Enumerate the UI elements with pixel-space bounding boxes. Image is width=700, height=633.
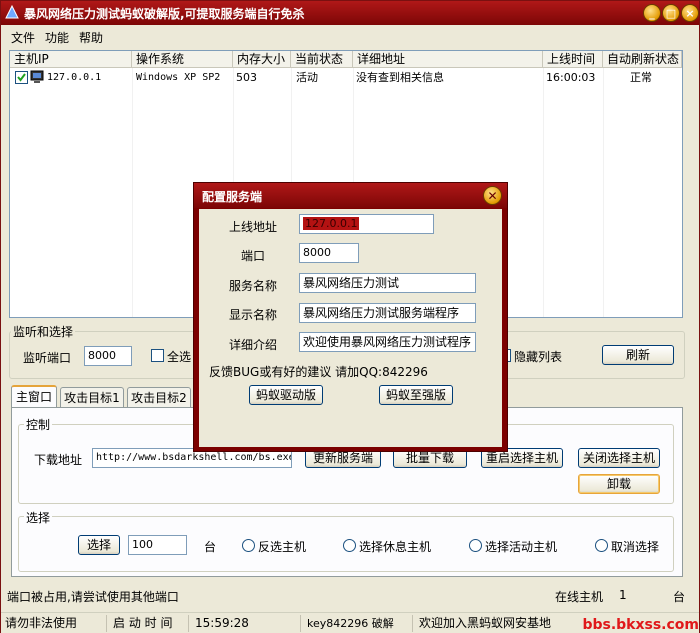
close-button[interactable]: × bbox=[681, 4, 699, 22]
dialog-port-input[interactable]: 8000 bbox=[299, 243, 359, 263]
select-button[interactable]: 选择 bbox=[78, 535, 120, 555]
minimize-button[interactable]: _ bbox=[643, 4, 661, 22]
invert-label: 反选主机 bbox=[258, 540, 307, 554]
display-name-input[interactable]: 暴风网络压力测试服务端程序 bbox=[299, 303, 476, 323]
host-list-header: 主机IP 操作系统 内存大小 当前状态 详细地址 上线时间 自动刷新状态 bbox=[10, 51, 682, 68]
cell-refresh-state: 正常 bbox=[630, 71, 652, 84]
dialog-title: 配置服务端 bbox=[202, 190, 263, 204]
hide-list-label: 隐藏列表 bbox=[514, 350, 563, 364]
shutdown-host-button[interactable]: 关闭选择主机 bbox=[578, 448, 660, 468]
cell-ip: 127.0.0.1 bbox=[47, 72, 102, 83]
status-bar: 请勿非法使用 启 动 时 间 15:59:28 key842296 破解 欢迎加… bbox=[1, 612, 699, 633]
listen-group-label: 监听和选择 bbox=[11, 323, 76, 340]
online-addr-input[interactable]: 127.0.0.1 bbox=[299, 214, 434, 234]
dialog-title-bar[interactable]: 配置服务端 ✕ bbox=[194, 183, 507, 208]
feedback-text: 反馈BUG或有好的建议 请加QQ:842296 bbox=[209, 365, 428, 379]
dialog-close-button[interactable]: ✕ bbox=[483, 186, 502, 205]
select-unit-label: 台 bbox=[204, 540, 217, 554]
col-host-ip[interactable]: 主机IP bbox=[10, 51, 132, 68]
listen-port-input[interactable]: 8000 bbox=[84, 346, 132, 366]
cell-memory: 503 bbox=[236, 71, 257, 84]
online-host-label: 在线主机 bbox=[555, 590, 604, 604]
select-count-input[interactable]: 100 bbox=[128, 535, 187, 555]
listen-port-label: 监听端口 bbox=[23, 351, 72, 365]
dialog-port-label: 端口 bbox=[241, 249, 266, 263]
computer-icon bbox=[30, 70, 44, 83]
status-start-time: 15:59:28 bbox=[191, 615, 301, 632]
col-memory[interactable]: 内存大小 bbox=[233, 51, 291, 68]
online-host-count: 1 bbox=[619, 588, 627, 602]
status-crack: key842296 破解 bbox=[303, 615, 413, 632]
invert-radio[interactable] bbox=[242, 539, 255, 552]
cell-state: 活动 bbox=[296, 71, 318, 84]
idle-label: 选择休息主机 bbox=[359, 540, 432, 554]
col-online-time[interactable]: 上线时间 bbox=[543, 51, 603, 68]
download-url-label: 下载地址 bbox=[34, 453, 83, 467]
online-addr-label: 上线地址 bbox=[229, 220, 278, 234]
display-name-label: 显示名称 bbox=[229, 308, 278, 322]
col-state[interactable]: 当前状态 bbox=[291, 51, 353, 68]
online-host-unit: 台 bbox=[673, 590, 686, 604]
service-name-label: 服务名称 bbox=[229, 279, 278, 293]
cell-os: Windows XP SP2 bbox=[136, 72, 221, 83]
cell-online-time: 16:00:03 bbox=[546, 71, 596, 84]
description-label: 详细介绍 bbox=[229, 338, 278, 352]
site-watermark: bbs.bkxss.com bbox=[582, 617, 699, 633]
idle-radio[interactable] bbox=[343, 539, 356, 552]
menu-function[interactable]: 功能 bbox=[45, 29, 69, 46]
description-input[interactable]: 欢迎使用暴风网络压力测试程序 bbox=[299, 332, 476, 352]
maximize-button[interactable]: □ bbox=[662, 4, 680, 22]
service-name-input[interactable]: 暴风网络压力测试 bbox=[299, 273, 476, 293]
row-checkbox[interactable] bbox=[15, 71, 28, 84]
active-radio[interactable] bbox=[469, 539, 482, 552]
cancel-radio[interactable] bbox=[595, 539, 608, 552]
ant-ultimate-button[interactable]: 蚂蚁至强版 bbox=[379, 385, 453, 405]
tab-target-2[interactable]: 攻击目标2 bbox=[127, 387, 191, 408]
col-address[interactable]: 详细地址 bbox=[353, 51, 543, 68]
ant-driver-button[interactable]: 蚂蚁驱动版 bbox=[249, 385, 323, 405]
active-label: 选择活动主机 bbox=[485, 540, 558, 554]
status-warning: 请勿非法使用 bbox=[1, 615, 107, 632]
status-start-label: 启 动 时 间 bbox=[109, 615, 189, 632]
close-icon: ✕ bbox=[487, 188, 498, 203]
dialog-body: 上线地址 127.0.0.1 端口 8000 服务名称 暴风网络压力测试 显示名… bbox=[199, 209, 502, 447]
menu-bar: 文件 功能 帮助 bbox=[1, 26, 699, 46]
select-all-checkbox[interactable] bbox=[151, 349, 164, 362]
menu-help[interactable]: 帮助 bbox=[79, 29, 103, 46]
tab-main[interactable]: 主窗口 bbox=[11, 385, 57, 408]
checkmark-icon bbox=[17, 73, 26, 82]
cancel-label: 取消选择 bbox=[611, 540, 660, 554]
menu-file[interactable]: 文件 bbox=[11, 29, 35, 46]
window-title: 暴风网络压力测试蚂蚁破解版,可提取服务端自行免杀 bbox=[24, 7, 305, 21]
title-bar[interactable]: 暴风网络压力测试蚂蚁破解版,可提取服务端自行免杀 _ □ × bbox=[1, 1, 699, 25]
port-error-message: 端口被占用,请尝试使用其他端口 bbox=[7, 590, 179, 604]
main-window: 暴风网络压力测试蚂蚁破解版,可提取服务端自行免杀 _ □ × 文件 功能 帮助 … bbox=[0, 0, 700, 633]
refresh-button[interactable]: 刷新 bbox=[602, 345, 674, 365]
col-os[interactable]: 操作系统 bbox=[132, 51, 233, 68]
select-all-label: 全选 bbox=[167, 350, 192, 364]
tab-target-1[interactable]: 攻击目标1 bbox=[60, 387, 124, 408]
col-refresh-state[interactable]: 自动刷新状态 bbox=[603, 51, 682, 68]
status-line: 端口被占用,请尝试使用其他端口 在线主机 1 台 bbox=[1, 584, 699, 610]
select-group-label: 选择 bbox=[24, 509, 53, 526]
cell-address: 没有查到相关信息 bbox=[356, 71, 444, 84]
app-logo-icon bbox=[5, 5, 19, 19]
control-group-label: 控制 bbox=[24, 416, 53, 433]
uninstall-button[interactable]: 卸载 bbox=[578, 474, 660, 494]
config-server-dialog: 配置服务端 ✕ 上线地址 127.0.0.1 端口 8000 服务名称 暴风网络… bbox=[193, 182, 508, 452]
online-addr-value: 127.0.0.1 bbox=[303, 217, 360, 230]
